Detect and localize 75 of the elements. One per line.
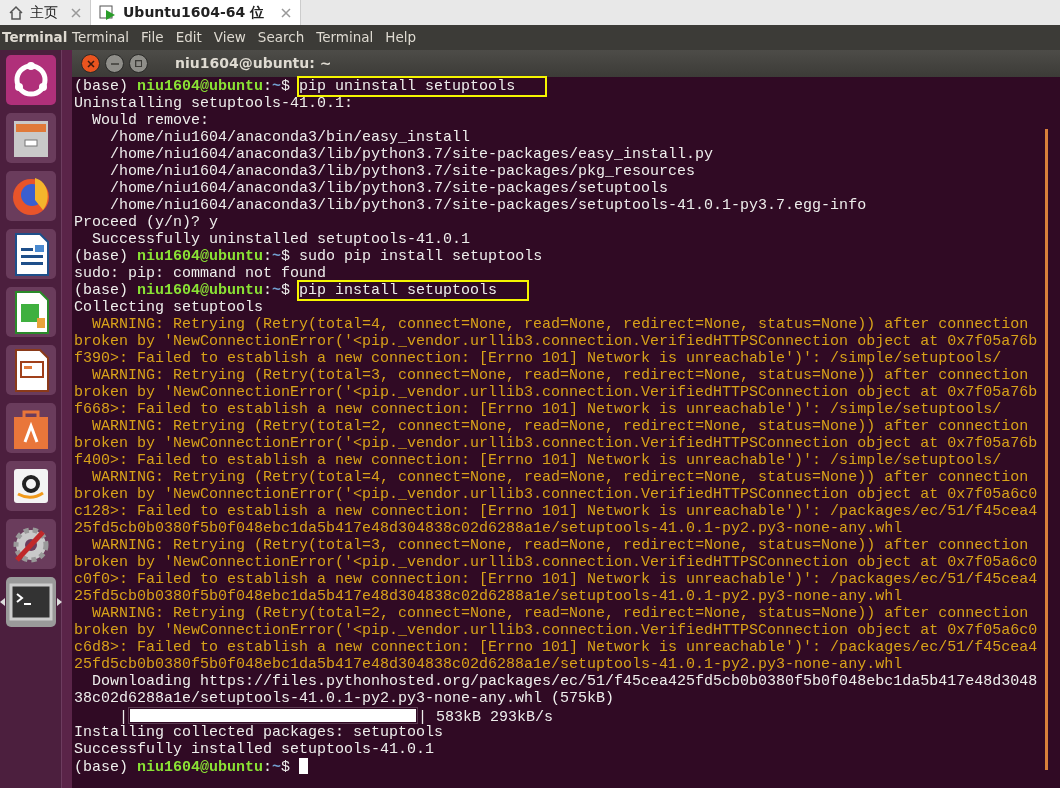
document-icon[interactable] [4,228,57,280]
menu-item[interactable]: Terminal [66,27,136,48]
warning-text: WARNING: Retrying (Retry(total=4, connect=None, read=None, redirect=None, status=None)) after connection [91,469,1029,486]
menu-item[interactable]: View [207,27,252,48]
wrench-gear-icon[interactable] [4,518,57,570]
warning-text: broken by 'NewConnectionError('<pip._vendor.urllib3.connection.VerifiedHTTPSConnection object at 0x7f05a6c0 [74,486,1038,503]
circle-logo-icon[interactable] [4,54,57,106]
tab[interactable]: 主页 [0,0,91,25]
home-icon [8,4,24,21]
warning-text: f668>: Failed to establish a new connection: [Errno 101] Network is unreachable')': /simple/setuptools/ [74,401,1002,418]
warning-text: f400>: Failed to establish a new connection: [Errno 101] Network is unreachable')': /simple/setuptools/ [74,452,1002,469]
close-icon[interactable] [280,6,292,19]
command-text: pip uninstall setuptools [299,78,546,95]
output-text: 38c02d6288a1e/setuptools-41.0.1-py2.py3-none-any.whl (575kB) [74,690,615,707]
output-text: /home/niu1604/anaconda3/bin/easy_install [109,129,471,146]
output-text: sudo: pip: command not found [74,265,327,282]
warning-text: WARNING: Retrying (Retry(total=2, connect=None, read=None, redirect=None, status=None)) after connection [91,605,1029,622]
globe-icon[interactable] [4,170,57,222]
presentation-icon[interactable] [4,344,57,396]
warning-text: c128>: Failed to establish a new connection: [Errno 101] Network is unreachable')': /packages/ec/51/f45cea4 [74,503,1038,520]
scroll-bar[interactable] [1045,129,1048,770]
close-icon [86,59,95,68]
warning-text: broken by 'NewConnectionError('<pip._vendor.urllib3.connection.VerifiedHTTPSConnection object at 0x7f05a6c0 [74,622,1038,639]
warning-text: broken by 'NewConnectionError('<pip._vendor.urllib3.connection.VerifiedHTTPSConnection object at 0x7f05a6c0 [74,554,1038,571]
minimize-icon [110,62,119,65]
warning-text: broken by 'NewConnectionError('<pip._vendor.urllib3.connection.VerifiedHTTPSConnection object at 0x7f05a76b [74,333,1038,350]
output-text: Installing collected packages: setuptools [74,724,444,741]
spreadsheet-icon[interactable] [4,286,57,338]
vm-icon [99,4,117,21]
menu-item[interactable]: Edit [169,27,208,48]
file-cabinet-icon[interactable] [4,112,57,164]
output-text: /home/niu1604/anaconda3/lib/python3.7/site-packages/easy_install.py [109,146,714,163]
warning-text: broken by 'NewConnectionError('<pip._vendor.urllib3.connection.VerifiedHTTPSConnection object at 0x7f05a76b [74,384,1038,401]
shell-prompt: (base) niu1604@ubuntu:~$ [74,282,292,299]
tab[interactable]: Ubuntu1604-64 位 [91,0,301,25]
warning-text: WARNING: Retrying (Retry(total=3, connect=None, read=None, redirect=None, status=None)) after connection [91,367,1029,384]
menu-item[interactable]: Help [379,27,423,48]
warning-text: 25fd5cb0b0380f5b0f048ebc1da5b417e48d304838c02d6288a1e/setuptools-41.0.1-py2.py3-none-any.whl [74,520,903,537]
warning-text: 25fd5cb0b0380f5b0f048ebc1da5b417e48d304838c02d6288a1e/setuptools-41.0.1-py2.py3-none-any.whl [74,588,903,605]
menu-item[interactable]: File [135,27,170,48]
warning-text: broken by 'NewConnectionError('<pip._vendor.urllib3.connection.VerifiedHTTPSConnection object at 0x7f05a76b [74,435,1038,452]
command-text: sudo pip install setuptools [299,248,543,265]
output-text: /home/niu1604/anaconda3/lib/python3.7/site-packages/setuptools [109,180,669,197]
close-button[interactable] [81,54,100,73]
shopping-bag-icon[interactable] [4,402,57,454]
output-text: /home/niu1604/anaconda3/lib/python3.7/site-packages/setuptools-41.0.1-py3.7.egg-info [109,197,867,214]
output-text: Successfully installed setuptools-41.0.1 [74,741,435,758]
command-text: pip install setuptools [299,282,528,299]
window-title: niu1604@ubuntu: ~ [175,54,332,73]
terminal-icon[interactable] [4,576,57,628]
shell-prompt: (base) niu1604@ubuntu:~$ [74,248,292,265]
progress-text: | 583kB 293kB/s [418,709,554,726]
warning-text: f390>: Failed to establish a new connection: [Errno 101] Network is unreachable')': /simple/setuptools/ [74,350,1002,367]
progress-prefix: | [119,709,128,726]
warning-text: WARNING: Retrying (Retry(total=2, connect=None, read=None, redirect=None, status=None)) after connection [91,418,1029,435]
shell-prompt: (base) niu1604@ubuntu:~$ [74,78,292,95]
maximize-button[interactable] [129,54,148,73]
minimize-button[interactable] [105,54,124,73]
output-text: Proceed (y/n)? y [74,214,219,231]
output-text: Successfully uninstalled setuptools-41.0.1 [91,231,471,248]
warning-text: 25fd5cb0b0380f5b0f048ebc1da5b417e48d304838c02d6288a1e/setuptools-41.0.1-py2.py3-none-any.whl [74,656,903,673]
output-text: Collecting setuptools [74,299,264,316]
output-text: Would remove: [91,112,210,129]
menu-item[interactable]: Terminal [310,27,380,48]
output-text: Downloading https://files.pythonhosted.org/packages/ec/51/f45cea425fd5cb0b0380f5b0f048ebc1da5b417e48d3048 [91,673,1038,690]
warning-text: c0f0>: Failed to establish a new connection: [Errno 101] Network is unreachable')': /packages/ec/51/f45cea4 [74,571,1038,588]
warning-text: WARNING: Retrying (Retry(total=4, connect=None, read=None, redirect=None, status=None)) after connection [91,316,1029,333]
menu-item[interactable]: Search [251,27,311,48]
output-text: /home/niu1604/anaconda3/lib/python3.7/site-packages/pkg_resources [109,163,696,180]
maximize-icon [135,60,142,67]
output-text: Uninstalling setuptools-41.0.1: [74,95,354,112]
shell-prompt: (base) niu1604@ubuntu:~$ [74,759,292,776]
warning-text: c6d8>: Failed to establish a new connection: [Errno 101] Network is unreachable')': /packages/ec/51/f45cea4 [74,639,1038,656]
warning-text: WARNING: Retrying (Retry(total=3, connect=None, read=None, redirect=None, status=None)) after connection [91,537,1029,554]
app-title: Terminal [1,28,66,48]
